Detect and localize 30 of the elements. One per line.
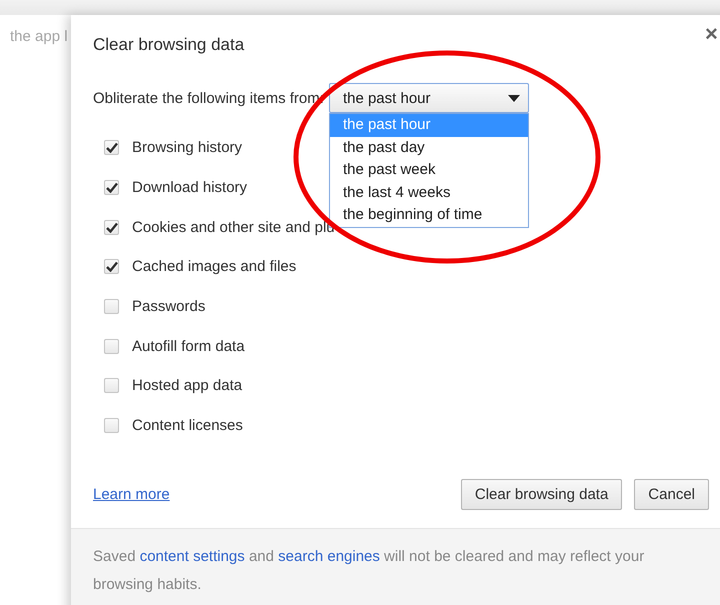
dialog-title: Clear browsing data <box>93 35 246 55</box>
checkbox-label: Hosted app data <box>132 377 242 394</box>
dropdown-option[interactable]: the past day <box>330 136 528 160</box>
checkbox[interactable] <box>104 259 119 274</box>
background-text: the app l <box>10 28 68 45</box>
checkbox[interactable] <box>104 418 119 434</box>
period-dropdown[interactable]: the past hour <box>328 83 529 113</box>
checkbox-label: Passwords <box>132 298 206 316</box>
dropdown-option[interactable]: the beginning of time <box>330 204 528 227</box>
checkbox-label: Content licenses <box>132 417 243 434</box>
checkbox[interactable] <box>104 140 119 156</box>
checkbox-label: Browsing history <box>132 139 242 156</box>
caret-icon <box>508 94 520 102</box>
settings-link[interactable]: content settings <box>140 548 245 564</box>
checkbox-label: Download history <box>132 179 248 196</box>
footer-note: Saved content settings and search engines will not be cleared and may reflect your browsing habits. <box>93 546 646 594</box>
dropdown-option[interactable]: the past week <box>330 159 528 182</box>
checkbox[interactable] <box>104 338 119 354</box>
settings-link[interactable]: search engines <box>278 548 380 564</box>
checkbox-label: Autofill form data <box>132 338 245 355</box>
close-icon[interactable]: × <box>705 23 718 45</box>
dropdown-option[interactable]: the last 4 weeks <box>330 182 528 204</box>
clear-button[interactable]: Clear browsing data <box>460 478 622 510</box>
checkbox[interactable] <box>104 378 119 394</box>
checkbox[interactable] <box>104 180 119 196</box>
checkbox[interactable] <box>104 220 119 235</box>
checkbox-label: Cached images and files <box>132 258 296 276</box>
learn-more-link[interactable]: Learn more <box>93 486 170 502</box>
cancel-button[interactable]: Cancel <box>634 478 709 510</box>
checkbox[interactable] <box>104 299 119 314</box>
